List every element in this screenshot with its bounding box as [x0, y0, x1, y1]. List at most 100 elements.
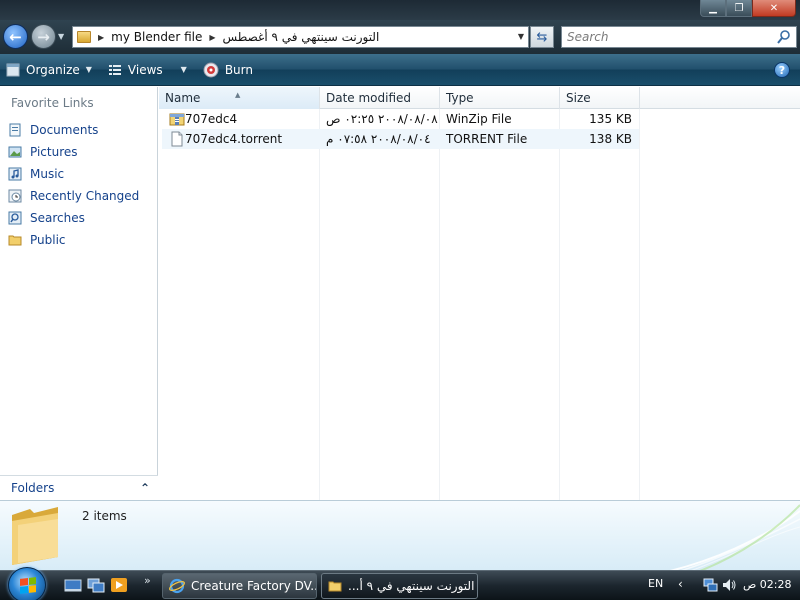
sidebar-item-label: Public	[30, 233, 66, 247]
column-label: Name	[165, 91, 201, 105]
favorite-links-list: Documents Pictures Music Recently Change…	[0, 119, 158, 251]
network-icon[interactable]	[702, 577, 718, 593]
start-button[interactable]	[8, 567, 46, 600]
folder-icon	[12, 507, 58, 565]
sort-ascending-icon: ▲	[235, 91, 241, 99]
taskbar-button-browser[interactable]: Creature Factory DV...	[162, 573, 317, 599]
favorite-links-heading: Favorite Links	[11, 96, 94, 110]
column-header-row: ▲ Name Date modified Type Size	[159, 87, 800, 109]
table-row[interactable]: 707edc4.torrent ٢٠٠٨/٠٨/٠٤ ٠٧:٥٨ م TORRE…	[162, 129, 639, 149]
table-row[interactable]: 707edc4 ٢٠٠٨/٠٨/٠٨ ٠٢:٢٥ ص WinZip File 1…	[162, 109, 639, 129]
show-desktop-icon[interactable]	[64, 577, 82, 593]
breadcrumb-separator-icon[interactable]: ▶	[98, 33, 104, 42]
column-divider	[319, 109, 320, 500]
burn-button[interactable]: Burn	[197, 58, 259, 82]
taskbar-button-explorer[interactable]: التورنت سينتهي في ٩ أ...	[321, 573, 478, 599]
window-controls: ▁ ❐ ✕	[700, 0, 796, 17]
file-type: WinZip File	[446, 112, 512, 126]
chevron-down-icon[interactable]: ▼	[181, 65, 187, 74]
windows-logo-icon	[20, 577, 36, 594]
burn-disc-icon	[203, 62, 219, 77]
folders-label: Folders	[11, 481, 55, 495]
search-icon[interactable]	[777, 29, 791, 45]
sidebar-item-label: Music	[30, 167, 65, 181]
folders-toggle[interactable]: Folders ⌃	[0, 475, 158, 500]
internet-explorer-icon	[169, 578, 185, 594]
sidebar-item-label: Documents	[30, 123, 99, 137]
music-icon	[7, 166, 23, 182]
folder-icon	[328, 581, 342, 592]
minimize-button[interactable]: ▁	[700, 0, 726, 17]
maximize-button[interactable]: ❐	[726, 0, 752, 17]
searches-icon	[7, 210, 23, 226]
document-file-icon	[171, 131, 183, 147]
views-button[interactable]: Views ▼	[102, 58, 193, 82]
system-clock[interactable]: 02:28 ص	[743, 578, 792, 591]
command-toolbar: Organize ▼ Views ▼ Burn ?	[0, 54, 800, 86]
column-label: Type	[446, 91, 474, 105]
refresh-button[interactable]: ⇆	[530, 26, 554, 48]
organize-icon	[6, 63, 20, 76]
column-header-name[interactable]: ▲ Name	[159, 87, 320, 109]
sidebar-item-public[interactable]: Public	[0, 229, 158, 251]
refresh-icon: ⇆	[536, 29, 548, 45]
back-arrow-icon: ←	[9, 27, 22, 46]
show-hidden-icons-icon[interactable]: ‹	[678, 577, 683, 591]
search-box	[561, 26, 797, 48]
breadcrumb-item[interactable]: التورنت سينتهي في ٩ أغصطس	[223, 30, 380, 44]
help-button[interactable]: ?	[774, 62, 790, 78]
address-field[interactable]: ▶ my Blender file ▶ التورنت سينتهي في ٩ …	[72, 26, 529, 48]
chevron-up-icon[interactable]: ⌃	[140, 481, 150, 495]
sidebar-item-recently-changed[interactable]: Recently Changed	[0, 185, 158, 207]
item-count: 2 items	[82, 509, 127, 523]
column-header-type[interactable]: Type	[440, 87, 560, 109]
taskbar-button-label: Creature Factory DV...	[191, 579, 317, 593]
decorative-swoosh	[670, 504, 800, 570]
column-header-date-modified[interactable]: Date modified	[320, 87, 440, 109]
taskbar: » Creature Factory DV... التورنت سينتهي …	[0, 567, 800, 600]
breadcrumb-item[interactable]: my Blender file	[111, 30, 202, 44]
documents-icon	[7, 122, 23, 138]
column-label: Date modified	[326, 91, 412, 105]
file-size: 138 KB	[589, 132, 632, 146]
zip-file-icon	[169, 113, 185, 126]
file-date-modified: ٢٠٠٨/٠٨/٠٨ ٠٢:٢٥ ص	[326, 112, 438, 126]
sidebar-item-label: Pictures	[30, 145, 78, 159]
sidebar-item-label: Recently Changed	[30, 189, 140, 203]
column-divider	[639, 109, 640, 500]
pictures-icon	[7, 144, 23, 160]
media-player-icon[interactable]	[110, 577, 128, 593]
title-bar: ▁ ❐ ✕	[0, 0, 800, 20]
address-dropdown-icon[interactable]: ▼	[518, 32, 524, 41]
recent-pages-dropdown[interactable]: ▼	[58, 32, 64, 41]
sidebar-item-label: Searches	[30, 211, 85, 225]
sidebar-item-documents[interactable]: Documents	[0, 119, 158, 141]
views-icon	[108, 64, 121, 75]
organize-button[interactable]: Organize ▼	[0, 58, 98, 82]
column-divider	[439, 109, 440, 500]
forward-button[interactable]: →	[31, 24, 56, 49]
taskbar-button-label: التورنت سينتهي في ٩ أ...	[348, 579, 475, 593]
address-bar-row: ← → ▼ ▶ my Blender file ▶ التورنت سينتهي…	[0, 20, 800, 54]
language-indicator[interactable]: EN	[648, 577, 663, 590]
search-input[interactable]	[562, 27, 762, 47]
switch-windows-icon[interactable]	[87, 577, 105, 593]
back-button[interactable]: ←	[3, 24, 28, 49]
views-label: Views	[127, 62, 163, 77]
column-header-size[interactable]: Size	[560, 87, 640, 109]
chevron-down-icon: ▼	[85, 65, 92, 74]
volume-icon[interactable]	[721, 577, 737, 593]
breadcrumb-separator-icon[interactable]: ▶	[209, 33, 215, 42]
sidebar-item-music[interactable]: Music	[0, 163, 158, 185]
organize-label: Organize	[26, 62, 80, 77]
folder-icon	[77, 31, 91, 43]
close-button[interactable]: ✕	[752, 0, 796, 17]
burn-label: Burn	[224, 62, 253, 77]
recently-changed-icon	[7, 188, 23, 204]
file-size: 135 KB	[589, 112, 632, 126]
public-folder-icon	[7, 232, 23, 248]
sidebar-item-pictures[interactable]: Pictures	[0, 141, 158, 163]
quick-launch-more-icon[interactable]: »	[144, 574, 151, 587]
sidebar-item-searches[interactable]: Searches	[0, 207, 158, 229]
column-label: Size	[566, 91, 591, 105]
